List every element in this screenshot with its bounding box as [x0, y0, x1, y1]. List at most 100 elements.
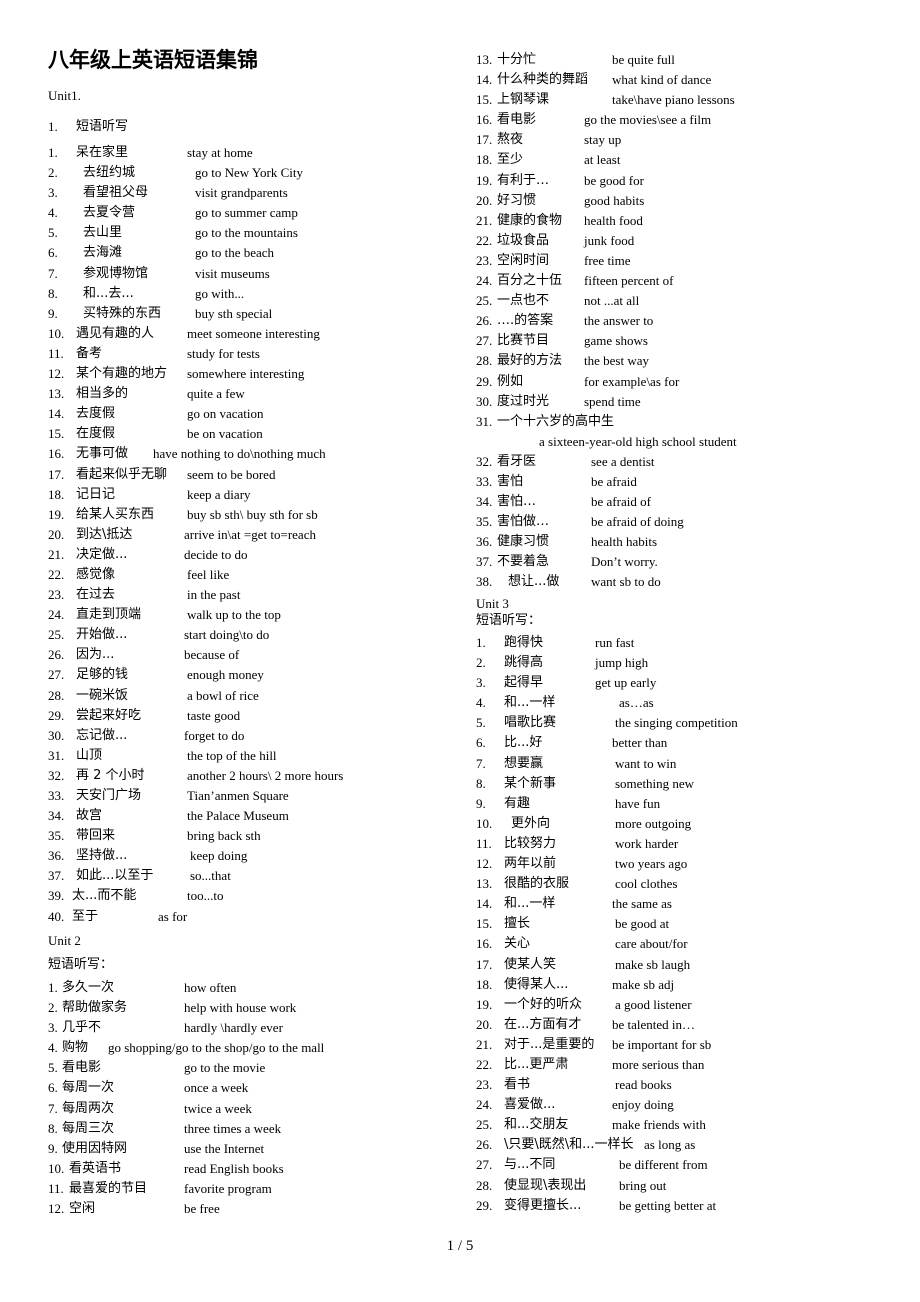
- phrase-english: be getting better at: [619, 1197, 717, 1213]
- phrase-row: 21. 决定做... decide to do: [48, 545, 448, 565]
- phrase-number: 22.: [476, 232, 493, 248]
- phrase-english: make sb laugh: [615, 956, 691, 972]
- phrase-english: the top of the hill: [187, 747, 277, 763]
- phrase-number: 4.: [48, 1040, 58, 1056]
- phrase-number: 38.: [476, 574, 493, 590]
- phrase-number: 12.: [48, 1201, 65, 1217]
- phrase-english: be good at: [615, 916, 670, 932]
- phrase-number: 8.: [48, 1120, 58, 1136]
- phrase-chinese: 在度假: [76, 426, 116, 442]
- phrase-english: as…as: [619, 695, 654, 711]
- phrase-row: 11. 比较努力 work harder: [476, 834, 896, 854]
- phrase-english: more serious than: [612, 1056, 705, 1072]
- phrase-chinese: \只要\既然\和...一样长: [504, 1137, 634, 1153]
- phrase-english: visit museums: [195, 265, 270, 281]
- phrase-number: 28.: [48, 687, 65, 703]
- phrase-chinese: 想要赢: [504, 755, 544, 771]
- phrase-english: the same as: [612, 896, 672, 912]
- phrase-row: 18. 使得某人... make sb adj: [476, 975, 896, 995]
- phrase-english: the singing competition: [615, 715, 738, 731]
- phrase-chinese: 度过时光: [497, 393, 550, 409]
- unit2-heading: Unit 2: [48, 933, 81, 948]
- unit3-phrase-list: 1. 跑得快 run fast 2. 跳得高 jump high 3. 起得早 get up e…: [476, 633, 896, 1216]
- phrase-english: keep a diary: [187, 486, 251, 502]
- phrase-english: Don’t worry.: [591, 554, 658, 570]
- phrase-english: go to the movie: [184, 1060, 266, 1076]
- phrase-english: quite a few: [187, 386, 245, 402]
- phrase-number: 21.: [476, 1036, 493, 1052]
- phrase-number: 6.: [476, 735, 486, 751]
- phrase-number: 16.: [476, 936, 493, 952]
- phrase-english: what kind of dance: [612, 72, 712, 88]
- phrase-number: 6.: [48, 245, 58, 261]
- phrase-chinese: 每周两次: [62, 1100, 115, 1116]
- phrase-english: care about/for: [615, 936, 688, 952]
- phrase-english: be free: [184, 1201, 220, 1217]
- phrase-row: 25. 和...交朋友 make friends with: [476, 1115, 896, 1135]
- phrase-row: 28. 一碗米饭 a bowl of rice: [48, 686, 448, 706]
- phrase-chinese: 直走到顶端: [76, 607, 142, 623]
- phrase-english: hardly \hardly ever: [184, 1020, 283, 1036]
- phrase-english: be good for: [584, 172, 644, 188]
- phrase-chinese: 每周三次: [62, 1120, 115, 1136]
- phrase-chinese: 最好的方法: [497, 353, 563, 369]
- phrase-chinese: 遇见有趣的人: [76, 325, 155, 341]
- unit1-phrase-list: 1. 呆在家里 stay at home 2. 去纽约城 go to New York C…: [48, 143, 448, 927]
- phrase-row: 8. 每周三次 three times a week: [48, 1119, 448, 1139]
- phrase-row: 34. 害怕… be afraid of: [476, 492, 896, 512]
- phrase-row: 30. 度过时光 spend time: [476, 392, 896, 412]
- phrase-number: 11.: [48, 345, 64, 361]
- phrase-row: 24. 直走到顶端 walk up to the top: [48, 605, 448, 625]
- phrase-number: 3.: [48, 185, 58, 201]
- phrase-number: 2.: [476, 655, 486, 671]
- phrase-english: go shopping/go to the shop/go to the mal…: [108, 1040, 325, 1056]
- phrase-row: 13. 很酷的衣服 cool clothes: [476, 874, 896, 894]
- phrase-chinese: 到达\抵达: [76, 526, 133, 542]
- phrase-english: have fun: [615, 795, 661, 811]
- phrase-english: bring out: [619, 1177, 667, 1193]
- phrase-number: 29.: [476, 1197, 493, 1213]
- phrase-chinese: 一个十六岁的高中生: [497, 413, 615, 429]
- phrase-row: 5. 去山里 go to the mountains: [48, 223, 448, 243]
- phrase-chinese: 山顶: [76, 747, 103, 763]
- phrase-row: 20. 到达\抵达 arrive in\at =get to=reach: [48, 525, 448, 545]
- phrase-row: 9. 有趣 have fun: [476, 794, 896, 814]
- unit3-section-label: 短语听写：: [476, 613, 542, 628]
- phrase-chinese: 很酷的衣服: [504, 876, 570, 892]
- phrase-row: 11. 最喜爱的节目 favorite program: [48, 1179, 448, 1199]
- phrase-number: 31.: [476, 413, 493, 429]
- phrase-chinese: 健康习惯: [497, 534, 550, 550]
- phrase-row: 10. 更外向 more outgoing: [476, 814, 896, 834]
- phrase-number: 18.: [476, 152, 493, 168]
- phrase-english: taste good: [187, 707, 241, 723]
- phrase-row: 20. 好习惯 good habits: [476, 191, 896, 211]
- phrase-number: 28.: [476, 1177, 493, 1193]
- phrase-chinese: 十分忙: [497, 52, 537, 67]
- phrase-english: favorite program: [184, 1180, 272, 1196]
- phrase-chinese: 和...交朋友: [504, 1117, 569, 1133]
- phrase-chinese: 健康的食物: [497, 212, 563, 228]
- phrase-english: somewhere interesting: [187, 366, 305, 382]
- phrase-row: 32. 再 2 个小时 another 2 hours\ 2 more hours: [48, 766, 448, 786]
- unit1-heading: Unit1.: [48, 88, 81, 103]
- phrase-english: seem to be bored: [187, 466, 276, 482]
- phrase-english: for example\as for: [584, 373, 680, 389]
- phrase-english: as long as: [644, 1137, 696, 1153]
- phrase-english: get up early: [595, 675, 657, 691]
- phrase-number: 40.: [48, 908, 65, 924]
- phrase-number: 30.: [476, 393, 493, 409]
- phrase-row: 12. 两年以前 two years ago: [476, 854, 896, 874]
- phrase-chinese: 在...方面有才: [504, 1016, 582, 1032]
- phrase-english: something new: [615, 775, 695, 791]
- phrase-row: 23. 空闲时间 free time: [476, 251, 896, 271]
- phrase-chinese: 起得早: [504, 675, 544, 691]
- phrase-chinese: 和...去...: [83, 285, 134, 301]
- phrase-chinese: 去夏令营: [83, 205, 136, 221]
- phrase-chinese: 某个新事: [504, 775, 557, 791]
- phrase-english: have nothing to do\nothing much: [153, 446, 326, 462]
- phrase-english: the best way: [584, 353, 649, 369]
- phrase-number: 32.: [48, 767, 65, 783]
- phrase-row: 31. 一个十六岁的高中生 a sixteen-year-old high scho…: [476, 412, 896, 452]
- phrase-english: be afraid of: [591, 494, 651, 510]
- phrase-row: 10. 遇见有趣的人 meet someone interesting: [48, 324, 448, 344]
